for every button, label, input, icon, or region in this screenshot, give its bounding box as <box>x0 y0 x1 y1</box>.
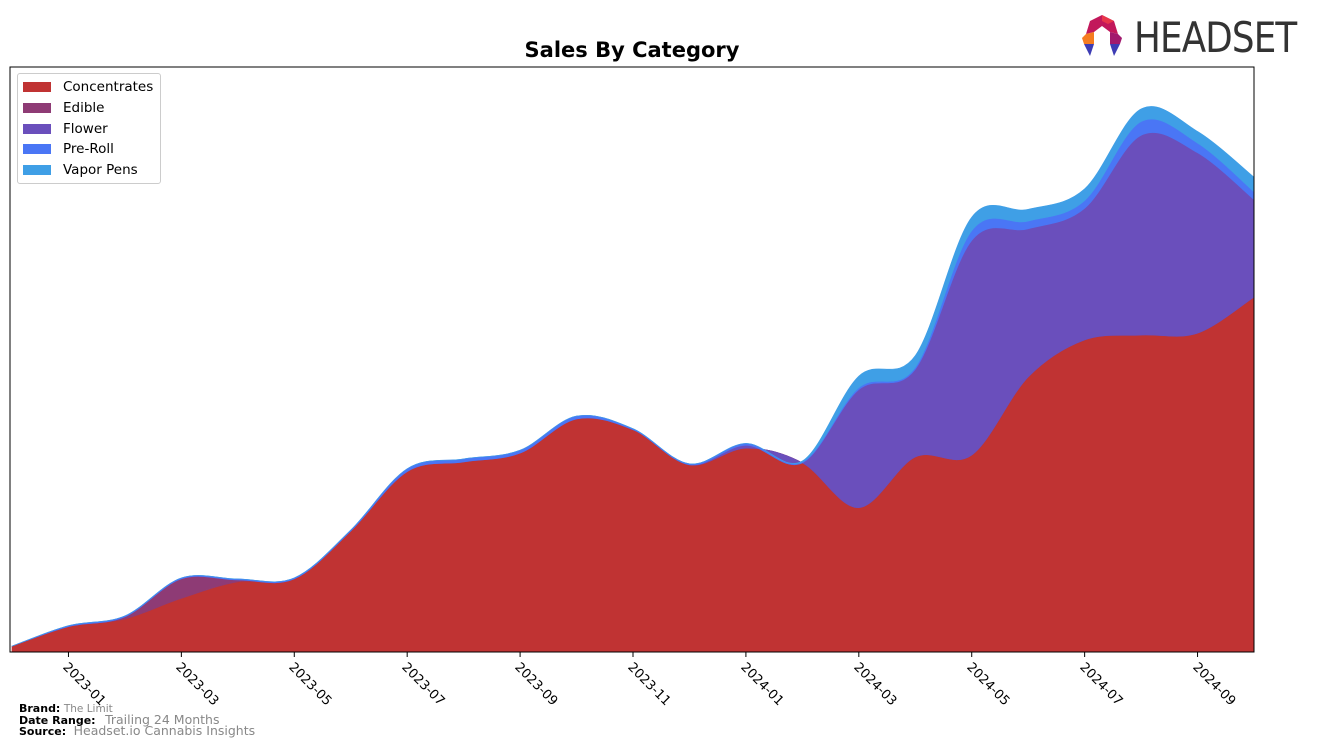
legend-swatch <box>23 82 51 92</box>
legend-item-vapor-pens[interactable]: Vapor Pens <box>23 161 138 179</box>
legend-swatch <box>23 124 51 134</box>
area-concentrates <box>11 296 1255 653</box>
legend-swatch <box>23 103 51 113</box>
legend-item-pre-roll[interactable]: Pre-Roll <box>23 140 114 158</box>
legend-swatch <box>23 144 51 154</box>
legend-label: Edible <box>63 100 105 116</box>
legend: Concentrates Edible Flower Pre-Roll Vapo… <box>17 73 161 184</box>
legend-label: Concentrates <box>63 79 154 95</box>
footer-source: Source: Headset.io Cannabis Insights <box>19 723 256 738</box>
legend-item-edible[interactable]: Edible <box>23 99 104 117</box>
legend-label: Vapor Pens <box>63 162 138 178</box>
area-layers <box>11 106 1255 653</box>
source-value: Headset.io Cannabis Insights <box>73 723 256 738</box>
x-ticks <box>67 652 1199 657</box>
source-label: Source: <box>19 725 67 738</box>
legend-swatch <box>23 165 51 175</box>
legend-item-flower[interactable]: Flower <box>23 120 108 138</box>
legend-label: Pre-Roll <box>63 141 114 157</box>
chart-svg <box>9 66 1255 657</box>
legend-label: Flower <box>63 121 108 137</box>
legend-item-concentrates[interactable]: Concentrates <box>23 78 153 96</box>
